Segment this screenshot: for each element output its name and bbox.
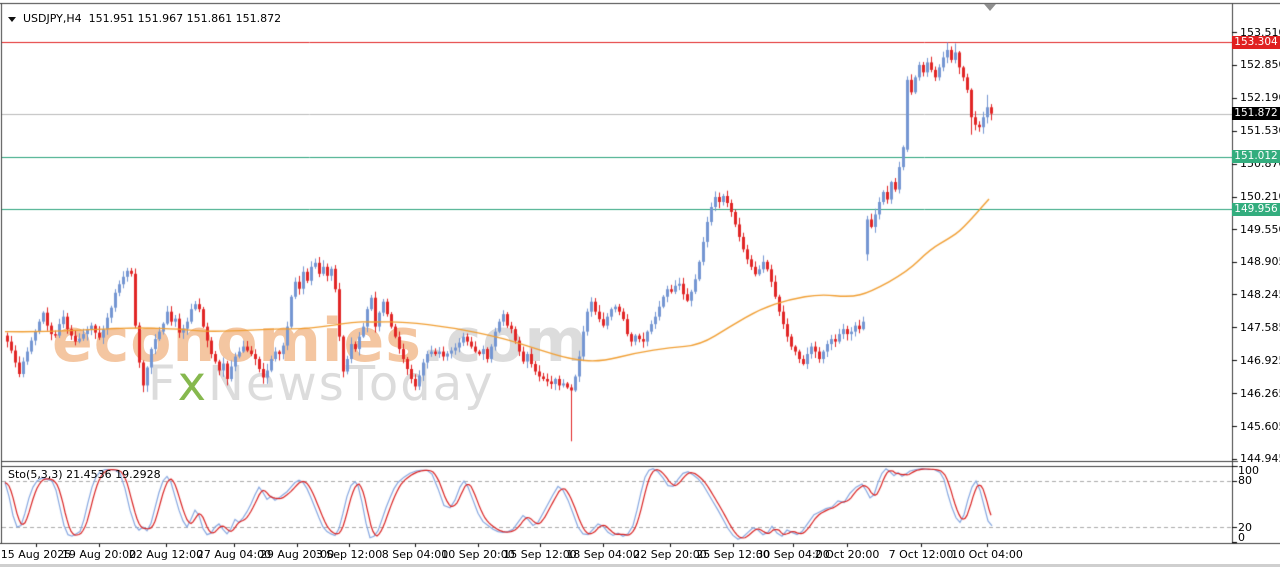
chevron-down-icon[interactable]	[8, 17, 16, 22]
time-axis-label: 22 Aug 12:00	[129, 548, 203, 561]
ohlc-values: 151.951 151.967 151.861 151.872	[89, 12, 281, 25]
chart-window: economies.com FxNewsToday USDJPY,H4 151.…	[0, 0, 1280, 567]
symbol-ohlc-header: USDJPY,H4 151.951 151.967 151.861 151.87…	[8, 12, 281, 25]
price-axis-label: 145.605	[1240, 420, 1280, 433]
price-axis-label: 149.550	[1240, 223, 1280, 236]
stochastic-values: 21.4536 19.2928	[66, 468, 160, 481]
time-axis-label: 3 Sep 12:00	[316, 548, 382, 561]
chart-shift-marker-icon[interactable]	[984, 4, 996, 11]
stochastic-header: Sto(5,3,3) 21.4536 19.2928	[8, 468, 161, 481]
price-axis-label: 152.850	[1240, 58, 1280, 71]
time-axis-label: 7 Oct 12:00	[889, 548, 954, 561]
level-price-badge: 149.956	[1232, 203, 1280, 216]
time-axis-label: 15 Aug 2025	[1, 548, 71, 561]
time-axis-label: 2 Oct 20:00	[815, 548, 880, 561]
current-price-badge: 151.872	[1232, 107, 1280, 120]
price-axis-label: 151.530	[1240, 124, 1280, 137]
price-axis-label: 146.265	[1240, 387, 1280, 400]
stochastic-axis-label: 0	[1238, 531, 1245, 544]
time-axis-label: 19 Aug 20:00	[62, 548, 136, 561]
price-axis-label: 148.245	[1240, 288, 1280, 301]
price-axis-label: 146.925	[1240, 354, 1280, 367]
stochastic-label: Sto(5,3,3)	[8, 468, 63, 481]
time-axis-label: 10 Oct 04:00	[951, 548, 1023, 561]
time-axis-label: 18 Sep 04:00	[566, 548, 639, 561]
time-axis-label: 8 Sep 04:00	[382, 548, 448, 561]
stochastic-axis-label: 80	[1238, 474, 1252, 487]
price-axis-label: 152.190	[1240, 91, 1280, 104]
level-price-badge: 153.304	[1232, 36, 1280, 49]
price-axis-label: 150.210	[1240, 190, 1280, 203]
price-chart-canvas[interactable]	[0, 0, 1280, 567]
price-axis-label: 148.905	[1240, 255, 1280, 268]
level-price-badge: 151.012	[1232, 150, 1280, 163]
symbol-period-label: USDJPY,H4	[23, 12, 82, 25]
price-axis-label: 147.585	[1240, 321, 1280, 334]
